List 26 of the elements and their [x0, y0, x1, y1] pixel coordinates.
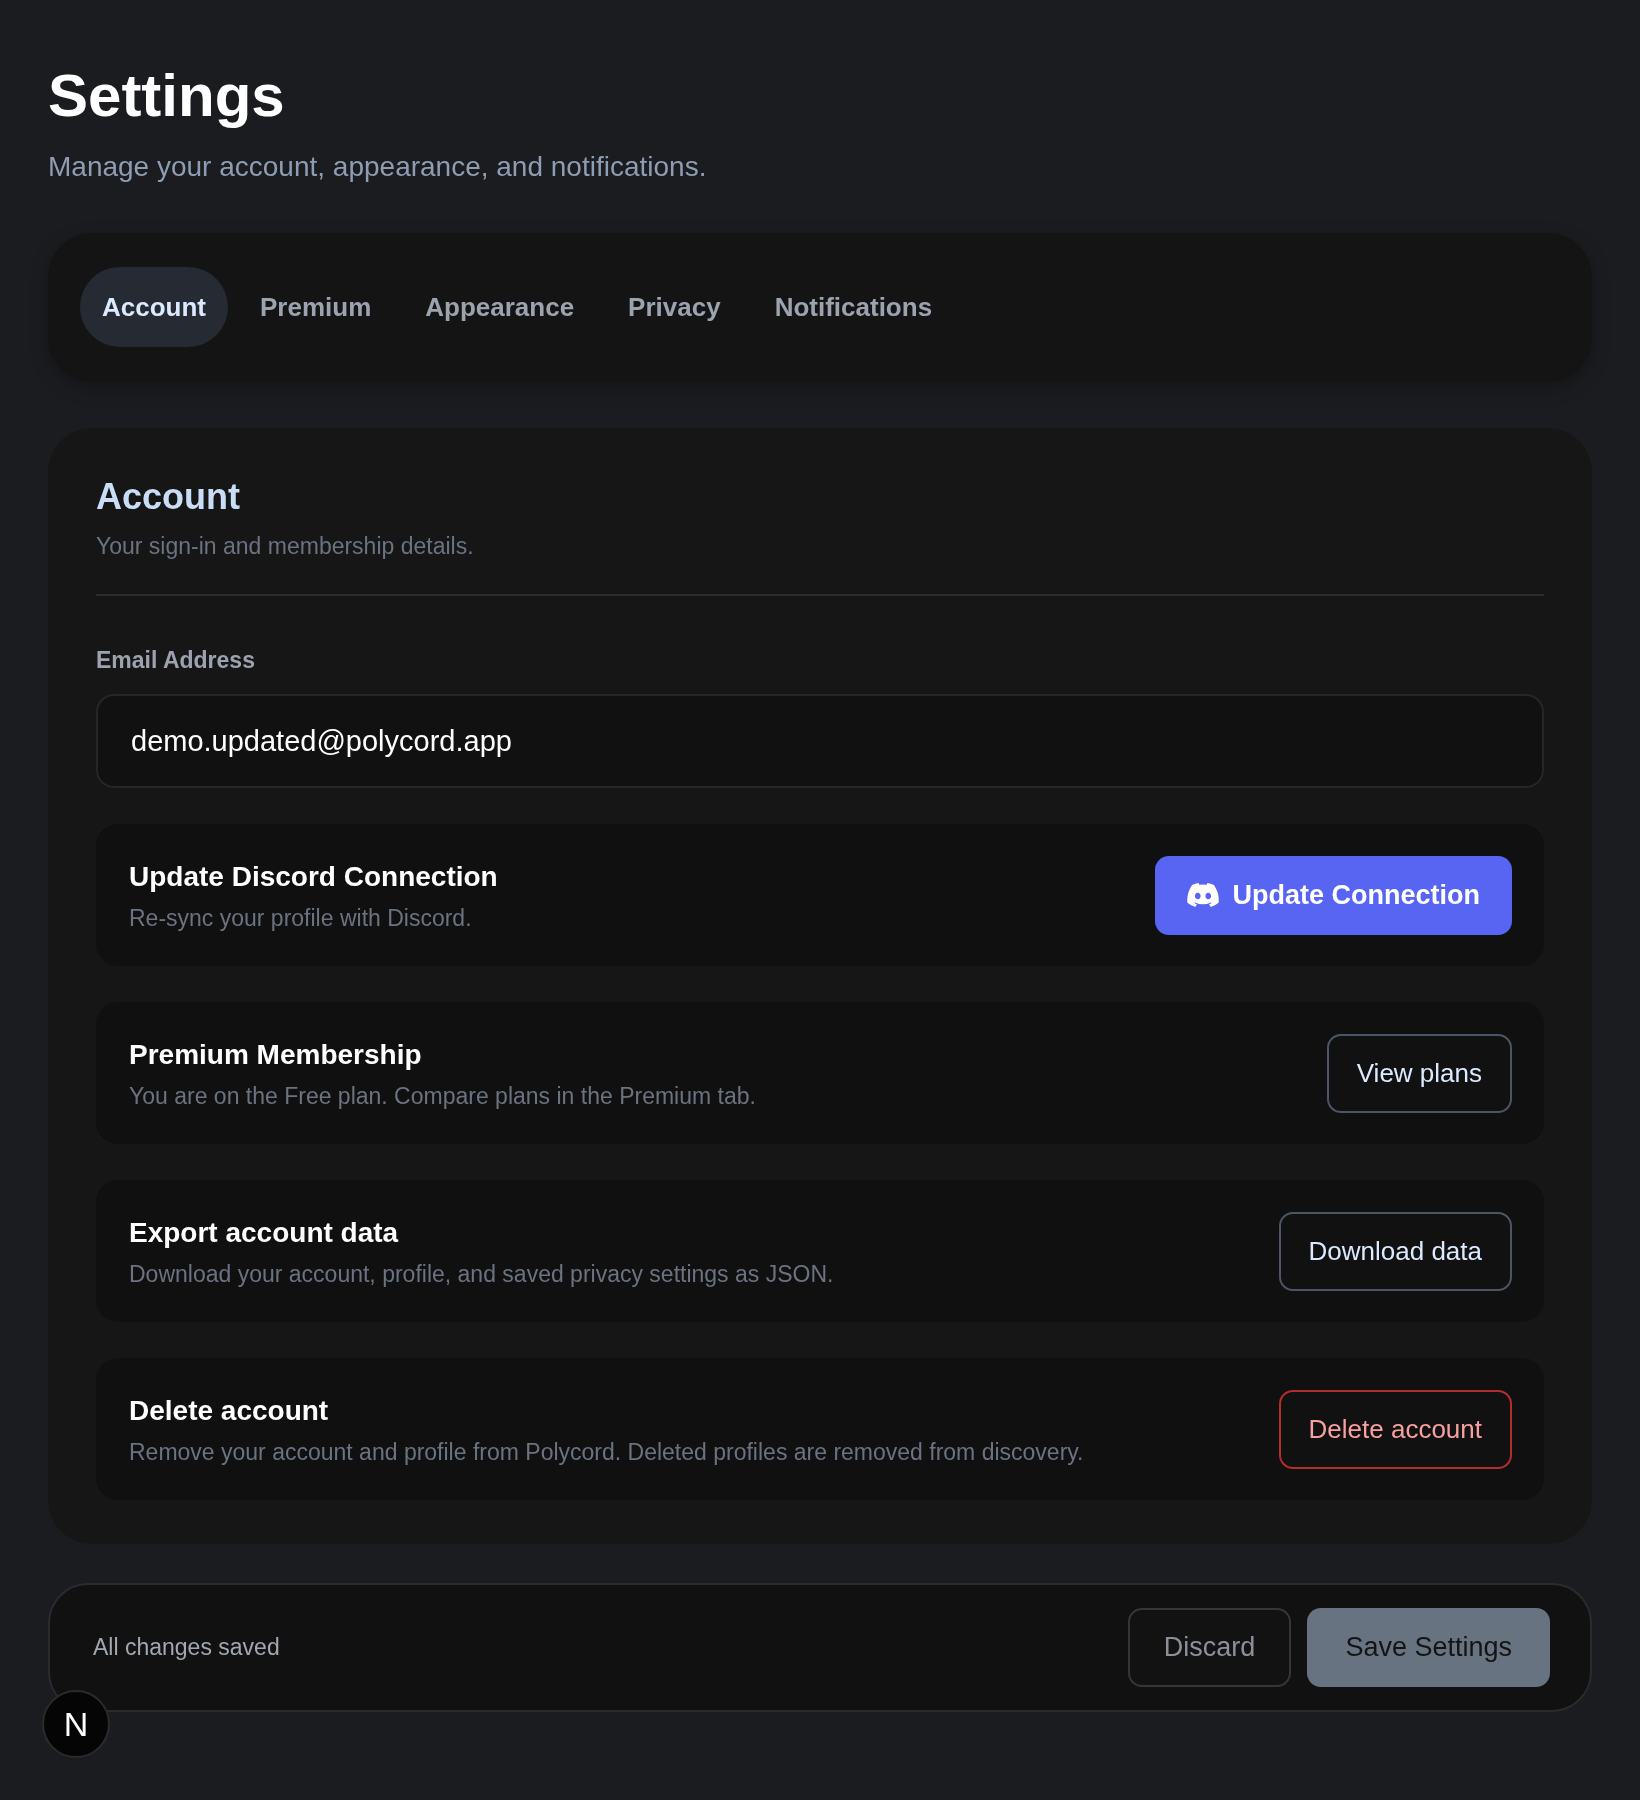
tab[interactable]: Account: [80, 267, 228, 347]
section-title: Account: [96, 475, 241, 519]
discord-icon: [1186, 883, 1219, 907]
row-description: You are on the Free plan. Compare plans in the Premium tab.: [129, 1081, 756, 1110]
floating-badge-button[interactable]: N: [42, 1690, 110, 1758]
tab[interactable]: Notifications: [752, 267, 955, 347]
save-status: All changes saved: [93, 1634, 280, 1661]
tab[interactable]: Premium: [238, 267, 394, 347]
row-title: Premium Membership: [129, 1037, 423, 1072]
row-title: Delete account: [129, 1393, 330, 1428]
tab[interactable]: Privacy: [606, 267, 743, 347]
tab[interactable]: Appearance: [403, 267, 597, 347]
email-input[interactable]: demo.updated@polycord.app: [96, 694, 1544, 788]
row-title: Export account data: [129, 1215, 400, 1250]
page-subtitle: Manage your account, appearance, and notifications.: [48, 150, 708, 184]
connect-button[interactable]: Update Connection: [1154, 855, 1512, 935]
row-description: Remove your account and profile from Polycord. Deleted profiles are removed from discovery.: [129, 1437, 1084, 1466]
action-button[interactable]: Download data: [1278, 1211, 1512, 1291]
delete-button[interactable]: Delete account: [1278, 1389, 1512, 1469]
row-description: Re-sync your profile with Discord.: [129, 903, 473, 932]
page-title: Settings: [48, 61, 286, 131]
action-button[interactable]: View plans: [1326, 1033, 1512, 1113]
field-label: Email Address: [96, 646, 256, 675]
row-description: Download your account, profile, and saved privacy settings as JSON.: [129, 1259, 834, 1288]
row-title: Update Discord Connection: [129, 859, 498, 894]
section-subtitle: Your sign-in and membership details.: [96, 532, 475, 561]
